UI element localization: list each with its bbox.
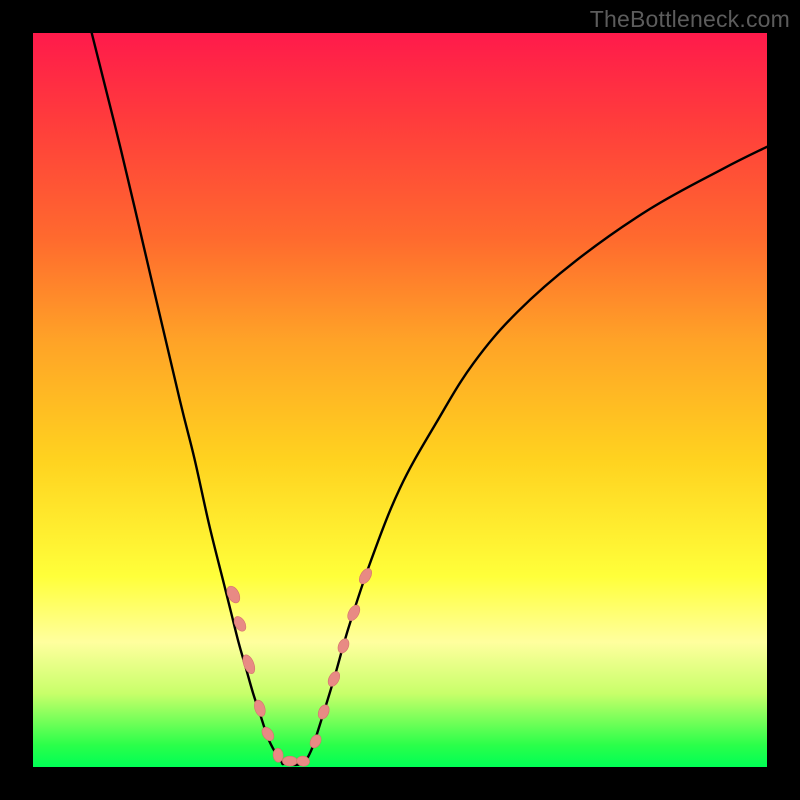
curve-marker bbox=[345, 603, 362, 623]
curve-marker bbox=[336, 637, 351, 655]
curve-marker bbox=[273, 748, 284, 763]
curve-marker bbox=[316, 703, 331, 721]
bottleneck-curve bbox=[92, 33, 767, 765]
curve-marker bbox=[357, 566, 374, 586]
curve-marker bbox=[282, 756, 297, 766]
outer-frame: TheBottleneck.com bbox=[0, 0, 800, 800]
curve-layer bbox=[92, 33, 767, 765]
plot-area bbox=[33, 33, 767, 767]
chart-svg bbox=[33, 33, 767, 767]
curve-marker bbox=[308, 733, 324, 750]
curve-marker bbox=[259, 725, 276, 743]
curve-marker bbox=[326, 670, 342, 689]
watermark-text: TheBottleneck.com bbox=[590, 6, 790, 33]
marker-layer bbox=[224, 566, 374, 767]
